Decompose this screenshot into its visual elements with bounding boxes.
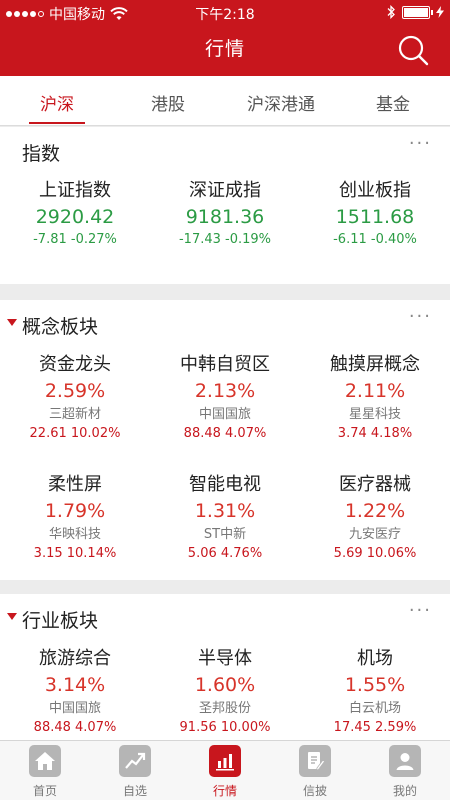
sector-percent: 1.79%: [44, 500, 106, 522]
leading-stock-quote: 3.74 4.18%: [337, 426, 413, 441]
nav-label: 首页: [32, 784, 57, 798]
sector-name: 医疗器械: [339, 474, 411, 495]
sector-item[interactable]: 柔性屏 1.79% 华映科技 3.15 10.14%: [0, 473, 150, 563]
more-options-icon[interactable]: ···: [409, 306, 432, 327]
leading-stock-name: 华映科技: [48, 527, 101, 542]
bluetooth-icon: [387, 5, 395, 19]
leading-stock-name: ST中新: [203, 527, 247, 542]
status-right: [386, 5, 444, 19]
index-name: 上证指数: [39, 180, 111, 201]
sector-percent: 2.59%: [44, 380, 106, 402]
market-tabs: 沪深 港股 沪深港通 基金: [0, 76, 450, 126]
sector-name: 柔性屏: [48, 474, 102, 495]
index-change: -6.11 -0.40%: [333, 232, 417, 247]
sector-name: 资金龙头: [39, 354, 111, 375]
sector-item[interactable]: 资金龙头 2.59% 三超新材 22.61 10.02%: [0, 353, 150, 443]
sector-name: 智能电视: [189, 474, 261, 495]
index-item[interactable]: 上证指数 2920.42 -7.81 -0.27%: [0, 179, 150, 249]
leading-stock-quote: 17.45 2.59%: [333, 720, 417, 735]
index-value: 9181.36: [185, 206, 265, 228]
leading-stock-quote: 5.06 4.76%: [187, 546, 263, 561]
section-title: 指数: [22, 143, 61, 165]
leading-stock-quote: 91.56 10.00%: [179, 720, 271, 735]
sector-percent: 1.55%: [344, 674, 406, 696]
leading-stock-quote: 88.48 4.07%: [33, 720, 117, 735]
index-change: -17.43 -0.19%: [178, 232, 272, 247]
index-item[interactable]: 创业板指 1511.68 -6.11 -0.40%: [300, 179, 450, 249]
leading-stock-name: 中国国旅: [198, 407, 251, 422]
tab-funds[interactable]: 基金: [338, 90, 448, 115]
section-title: 行业板块: [22, 610, 99, 632]
leading-stock-quote: 5.69 10.06%: [333, 546, 417, 561]
collapse-arrow-icon[interactable]: [7, 319, 17, 326]
sector-item[interactable]: 半导体 1.60% 圣邦股份 91.56 10.00%: [150, 647, 300, 737]
battery-icon: [402, 5, 433, 19]
sector-name: 半导体: [198, 648, 252, 669]
industry-section: 行业板块 ··· 旅游综合 3.14% 中国国旅 88.48 4.07% 半导体…: [0, 594, 450, 740]
sector-percent: 2.11%: [344, 380, 406, 402]
nav-label: 自选: [122, 784, 147, 798]
nav-label: 我的: [392, 784, 417, 798]
bottom-tab-bar: 首页 自选 行情 信披 我的: [0, 740, 450, 800]
sector-percent: 2.13%: [194, 380, 256, 402]
collapse-arrow-icon[interactable]: [7, 613, 17, 620]
page-title: 行情: [204, 38, 245, 60]
index-change: -7.81 -0.27%: [33, 232, 117, 247]
leading-stock-name: 星星科技: [348, 407, 401, 422]
leading-stock-name: 圣邦股份: [198, 701, 251, 716]
section-title: 概念板块: [22, 316, 99, 338]
document-edit-icon: [299, 745, 331, 777]
leading-stock-quote: 22.61 10.02%: [29, 426, 121, 441]
sector-item[interactable]: 中韩自贸区 2.13% 中国国旅 88.48 4.07%: [150, 353, 300, 443]
sector-percent: 1.60%: [194, 674, 256, 696]
sector-item[interactable]: 医疗器械 1.22% 九安医疗 5.69 10.06%: [300, 473, 450, 563]
sector-item[interactable]: 智能电视 1.31% ST中新 5.06 4.76%: [150, 473, 300, 563]
charging-icon: [436, 6, 444, 18]
user-icon: [389, 745, 421, 777]
status-time: 下午2:18: [195, 7, 255, 23]
sector-item[interactable]: 旅游综合 3.14% 中国国旅 88.48 4.07%: [0, 647, 150, 737]
leading-stock-name: 九安医疗: [348, 527, 401, 542]
more-options-icon[interactable]: ···: [409, 133, 432, 154]
active-tab-indicator: [29, 122, 85, 124]
tab-stock-connect[interactable]: 沪深港通: [226, 90, 336, 115]
sector-name: 触摸屏概念: [330, 354, 420, 375]
leading-stock-quote: 88.48 4.07%: [183, 426, 267, 441]
nav-disclosure[interactable]: 信披: [270, 745, 360, 799]
leading-stock-quote: 3.15 10.14%: [33, 546, 117, 561]
index-item[interactable]: 深证成指 9181.36 -17.43 -0.19%: [150, 179, 300, 249]
trend-icon: [119, 745, 151, 777]
index-section: 指数 ··· 上证指数 2920.42 -7.81 -0.27% 深证成指 91…: [0, 127, 450, 284]
nav-profile[interactable]: 我的: [360, 745, 450, 799]
leading-stock-name: 中国国旅: [48, 701, 101, 716]
sector-name: 中韩自贸区: [180, 354, 270, 375]
nav-home[interactable]: 首页: [0, 745, 90, 799]
more-options-icon[interactable]: ···: [409, 600, 432, 621]
leading-stock-name: 三超新材: [48, 407, 101, 422]
sector-item[interactable]: 触摸屏概念 2.11% 星星科技 3.74 4.18%: [300, 353, 450, 443]
nav-label: 行情: [212, 784, 237, 798]
index-value: 1511.68: [335, 206, 415, 228]
app-header: 中国移动 下午2:18 行情: [0, 0, 450, 76]
nav-market[interactable]: 行情: [180, 745, 270, 799]
sector-name: 旅游综合: [39, 648, 111, 669]
leading-stock-name: 白云机场: [348, 701, 401, 716]
home-icon: [29, 745, 61, 777]
sector-percent: 1.31%: [194, 500, 256, 522]
index-value: 2920.42: [35, 206, 115, 228]
nav-label: 信披: [302, 784, 327, 798]
status-bar: 中国移动 下午2:18: [0, 0, 450, 24]
concept-section: 概念板块 ··· 资金龙头 2.59% 三超新材 22.61 10.02% 中韩…: [0, 300, 450, 580]
sector-item[interactable]: 机场 1.55% 白云机场 17.45 2.59%: [300, 647, 450, 737]
index-name: 创业板指: [339, 180, 411, 201]
sector-percent: 3.14%: [44, 674, 106, 696]
sector-percent: 1.22%: [344, 500, 406, 522]
sector-name: 机场: [357, 648, 393, 669]
bar-chart-icon: [209, 745, 241, 777]
index-name: 深证成指: [189, 180, 261, 201]
nav-watchlist[interactable]: 自选: [90, 745, 180, 799]
tab-hong-kong[interactable]: 港股: [113, 90, 223, 115]
tab-shanghai-shenzhen[interactable]: 沪深: [2, 90, 112, 115]
search-icon[interactable]: [396, 33, 430, 67]
